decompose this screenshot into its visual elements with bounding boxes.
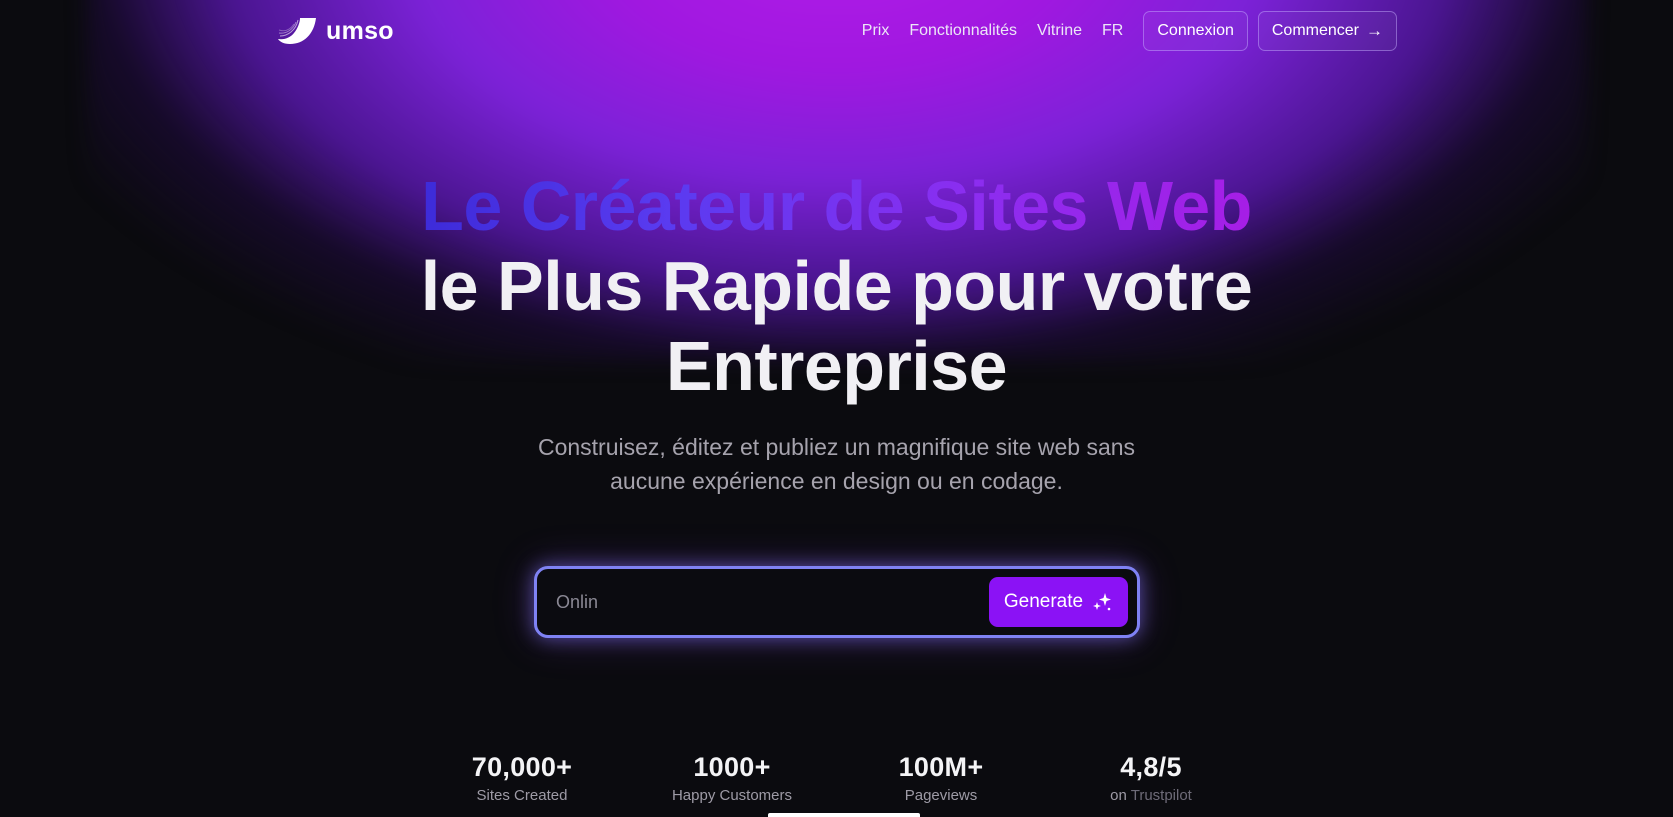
stat-label: Sites Created — [476, 787, 568, 804]
stat-value: 4,8/5 — [1120, 752, 1182, 782]
language-selector[interactable]: FR — [1102, 22, 1123, 40]
ai-prompt-box: Generate — [534, 566, 1140, 638]
hero-title-gradient-line: Le Créateur de Sites Web — [421, 167, 1252, 245]
get-started-label: Commencer — [1271, 22, 1359, 39]
login-button-label: Connexion — [1157, 22, 1234, 39]
hero-subtitle: Construisez, éditez et publiez un magnif… — [537, 434, 1136, 494]
stat-value: 70,000+ — [471, 752, 573, 782]
prompt-input[interactable] — [556, 591, 976, 613]
arrow-right-icon: → — [1366, 21, 1383, 40]
bottom-indicator — [768, 813, 920, 817]
top-navigation: umso Prix Fonctionnalités Vitrine FR Con… — [278, 10, 1397, 52]
nav-menu: Prix Fonctionnalités Vitrine FR Connexio… — [862, 11, 1397, 51]
hero-section: Le Créateur de Sites Web le Plus Rapide … — [0, 166, 1673, 498]
nav-link-vitrine[interactable]: Vitrine — [1037, 22, 1082, 40]
logo[interactable]: umso — [278, 16, 394, 46]
login-button[interactable]: Connexion — [1143, 11, 1248, 51]
umso-logo-icon — [278, 18, 316, 44]
stat-label: Pageviews — [904, 787, 978, 804]
stat-label: Happy Customers — [671, 787, 793, 804]
get-started-button[interactable]: Commencer → — [1257, 11, 1397, 51]
hero-title-line-2: le Plus Rapide pour votre — [420, 247, 1253, 325]
stat-value: 100M+ — [898, 752, 984, 782]
generate-button-label: Generate — [1003, 591, 1084, 612]
sparkles-icon — [1093, 593, 1112, 611]
nav-link-fonctionnalites[interactable]: Fonctionnalités — [909, 22, 1017, 40]
hero-title: Le Créateur de Sites Web le Plus Rapide … — [0, 166, 1673, 406]
stat-label-prefix: on — [1110, 787, 1131, 804]
logo-text: umso — [326, 16, 394, 45]
stat-happy-customers: 1000+ Happy Customers — [632, 752, 832, 804]
stat-label: on Trustpilot — [1051, 787, 1251, 804]
nav-link-prix[interactable]: Prix — [862, 22, 890, 40]
stat-pageviews: 100M+ Pageviews — [841, 752, 1041, 804]
trustpilot-link[interactable]: Trustpilot — [1131, 787, 1192, 804]
stat-sites-created: 70,000+ Sites Created — [422, 752, 622, 804]
stat-rating: 4,8/5 on Trustpilot — [1051, 752, 1251, 804]
stat-value: 1000+ — [693, 752, 771, 782]
stats-section: 70,000+ Sites Created 1000+ Happy Custom… — [0, 752, 1673, 812]
hero-title-line-3: Entreprise — [665, 327, 1008, 405]
generate-button[interactable]: Generate — [989, 577, 1128, 627]
